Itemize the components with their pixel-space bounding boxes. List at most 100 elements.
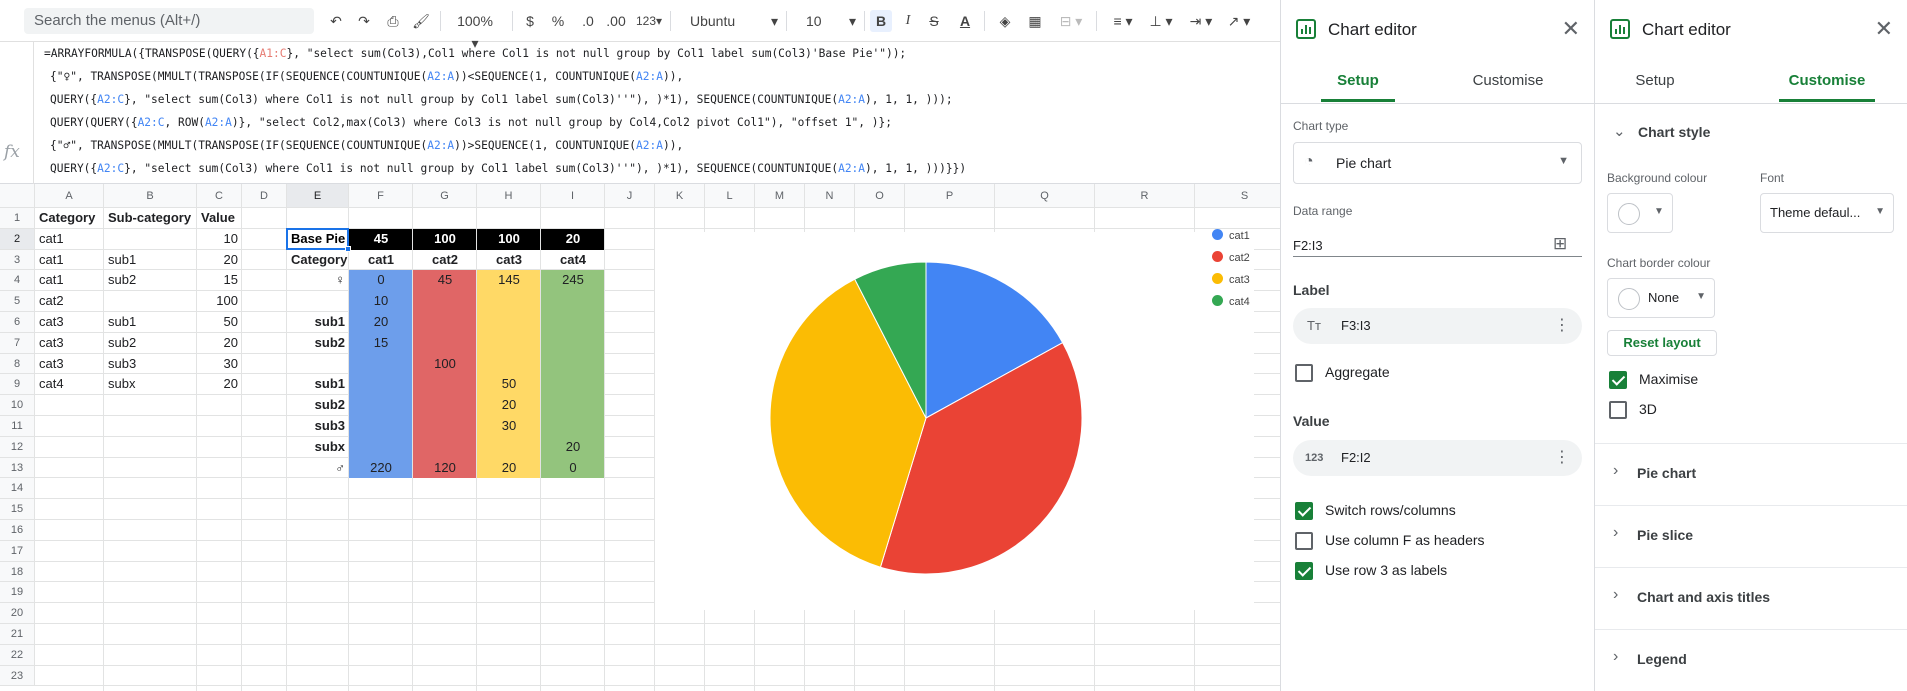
paint-format-icon[interactable]: 🖌 xyxy=(410,10,432,32)
column-header-d[interactable]: D xyxy=(242,184,287,208)
text-color-button[interactable]: A xyxy=(954,10,976,32)
cell-c5[interactable]: 100 xyxy=(197,291,242,311)
cell-g2[interactable]: 100 xyxy=(413,229,477,249)
cell-e10[interactable]: sub2 xyxy=(287,395,349,415)
cell-i4[interactable]: 245 xyxy=(541,270,605,290)
cell-g13[interactable]: 120 xyxy=(413,458,477,478)
cell-a4[interactable]: cat1 xyxy=(35,270,104,290)
more-vert-icon[interactable]: ⋮ xyxy=(1554,440,1570,476)
pie-slice-section[interactable]: › Pie slice xyxy=(1595,505,1907,567)
legend-section[interactable]: › Legend xyxy=(1595,629,1907,691)
cell-i12[interactable]: 20 xyxy=(541,437,605,457)
cell-e8[interactable] xyxy=(287,354,349,374)
font-size-select[interactable]: 10 ▾ xyxy=(796,10,858,32)
switch-rows-columns-checkbox[interactable] xyxy=(1295,502,1313,520)
grid-select-icon[interactable]: ⊞ xyxy=(1553,234,1567,254)
cell-a2[interactable]: cat1 xyxy=(35,229,104,249)
cell-f2[interactable]: 45 xyxy=(349,229,413,249)
cell-i7[interactable] xyxy=(541,333,605,353)
borders-icon[interactable]: ▦ xyxy=(1024,10,1046,32)
cell-g5[interactable] xyxy=(413,291,477,311)
cell-b3[interactable]: sub1 xyxy=(104,250,197,270)
row-header-20[interactable]: 20 xyxy=(0,603,35,624)
column-header-k[interactable]: K xyxy=(655,184,705,208)
label-range-pill[interactable]: Tт F3:I3 ⋮ xyxy=(1293,308,1582,344)
row-header-9[interactable]: 9 xyxy=(0,374,35,396)
cell-i10[interactable] xyxy=(541,395,605,415)
fill-handle[interactable] xyxy=(345,245,351,252)
currency-button[interactable]: $ xyxy=(522,10,538,32)
pie-chart-section[interactable]: › Pie chart xyxy=(1595,443,1907,505)
text-rotation-icon[interactable]: ↗ ▾ xyxy=(1222,10,1256,32)
cell-f8[interactable] xyxy=(349,354,413,374)
cell-b7[interactable]: sub2 xyxy=(104,333,197,353)
tab-customise[interactable]: Customise xyxy=(1459,72,1557,102)
column-header-e[interactable]: E xyxy=(287,184,349,208)
row-header-7[interactable]: 7 xyxy=(0,332,35,354)
cell-b1[interactable]: Sub-category xyxy=(104,208,197,228)
column-header-j[interactable]: J xyxy=(605,184,655,208)
row-header-22[interactable]: 22 xyxy=(0,644,35,666)
percent-button[interactable]: % xyxy=(550,10,566,32)
cell-g6[interactable] xyxy=(413,312,477,332)
redo-icon[interactable]: ↷ xyxy=(354,10,374,32)
cell-f5[interactable]: 10 xyxy=(349,291,413,311)
cell-e5[interactable] xyxy=(287,291,349,311)
cell-a5[interactable]: cat2 xyxy=(35,291,104,311)
row-header-14[interactable]: 14 xyxy=(0,478,35,500)
cell-e12[interactable]: subx xyxy=(287,437,349,457)
column-header-g[interactable]: G xyxy=(413,184,477,208)
row-header-23[interactable]: 23 xyxy=(0,665,35,687)
cell-g7[interactable] xyxy=(413,333,477,353)
cell-e4[interactable]: ♀ xyxy=(287,270,349,290)
row-header-19[interactable]: 19 xyxy=(0,582,35,604)
cell-b2[interactable] xyxy=(104,229,197,249)
cell-h5[interactable] xyxy=(477,291,541,311)
cell-g8[interactable]: 100 xyxy=(413,354,477,374)
cell-g3[interactable]: cat2 xyxy=(413,250,477,270)
more-formats-button[interactable]: 123▾ xyxy=(634,10,664,32)
formula-bar[interactable]: fx =ARRAYFORMULA({TRANSPOSE(QUERY({A1:C}… xyxy=(0,42,1280,184)
cell-b9[interactable]: subx xyxy=(104,374,197,394)
cell-g9[interactable] xyxy=(413,374,477,394)
close-icon[interactable]: ✕ xyxy=(1562,18,1580,40)
increase-decimal-button[interactable]: .00 xyxy=(604,10,628,32)
cell-i3[interactable]: cat4 xyxy=(541,250,605,270)
cell-c9[interactable]: 20 xyxy=(197,374,242,394)
vertical-align-icon[interactable]: ⊥ ▾ xyxy=(1144,10,1178,32)
tab-setup[interactable]: Setup xyxy=(1321,72,1395,102)
chart-style-heading[interactable]: Chart style xyxy=(1638,124,1710,140)
font-select[interactable]: Ubuntu ▾ xyxy=(684,10,780,32)
cell-f11[interactable] xyxy=(349,416,413,436)
cell-g4[interactable]: 45 xyxy=(413,270,477,290)
cell-e9[interactable]: sub1 xyxy=(287,374,349,394)
cell-a1[interactable]: Category xyxy=(35,208,104,228)
strikethrough-button[interactable]: S xyxy=(924,10,944,32)
data-range-input[interactable]: F2:I3 xyxy=(1293,238,1323,253)
cell-h7[interactable] xyxy=(477,333,541,353)
row-header-6[interactable]: 6 xyxy=(0,312,35,333)
cell-b8[interactable]: sub3 xyxy=(104,354,197,374)
cell-f9[interactable] xyxy=(349,374,413,394)
menu-search-input[interactable]: Search the menus (Alt+/) xyxy=(24,8,314,34)
grid-corner[interactable] xyxy=(0,184,35,208)
aggregate-checkbox[interactable] xyxy=(1295,364,1313,382)
cell-c8[interactable]: 30 xyxy=(197,354,242,374)
row-header-12[interactable]: 12 xyxy=(0,436,35,458)
cell-a3[interactable]: cat1 xyxy=(35,250,104,270)
cell-i5[interactable] xyxy=(541,291,605,311)
column-header-l[interactable]: L xyxy=(705,184,755,208)
cell-h10[interactable]: 20 xyxy=(477,395,541,415)
column-header-n[interactable]: N xyxy=(805,184,855,208)
column-header-a[interactable]: A xyxy=(35,184,104,208)
cell-c7[interactable]: 20 xyxy=(197,333,242,353)
cell-f13[interactable]: 220 xyxy=(349,458,413,478)
use-column-headers-checkbox[interactable] xyxy=(1295,532,1313,550)
row-header-11[interactable]: 11 xyxy=(0,416,35,437)
cell-h3[interactable]: cat3 xyxy=(477,250,541,270)
cell-h8[interactable] xyxy=(477,354,541,374)
zoom-select[interactable]: 100% ▾ xyxy=(452,10,498,51)
cell-e3[interactable]: Category xyxy=(287,250,349,270)
row-header-15[interactable]: 15 xyxy=(0,499,35,520)
row-header-4[interactable]: 4 xyxy=(0,270,35,292)
